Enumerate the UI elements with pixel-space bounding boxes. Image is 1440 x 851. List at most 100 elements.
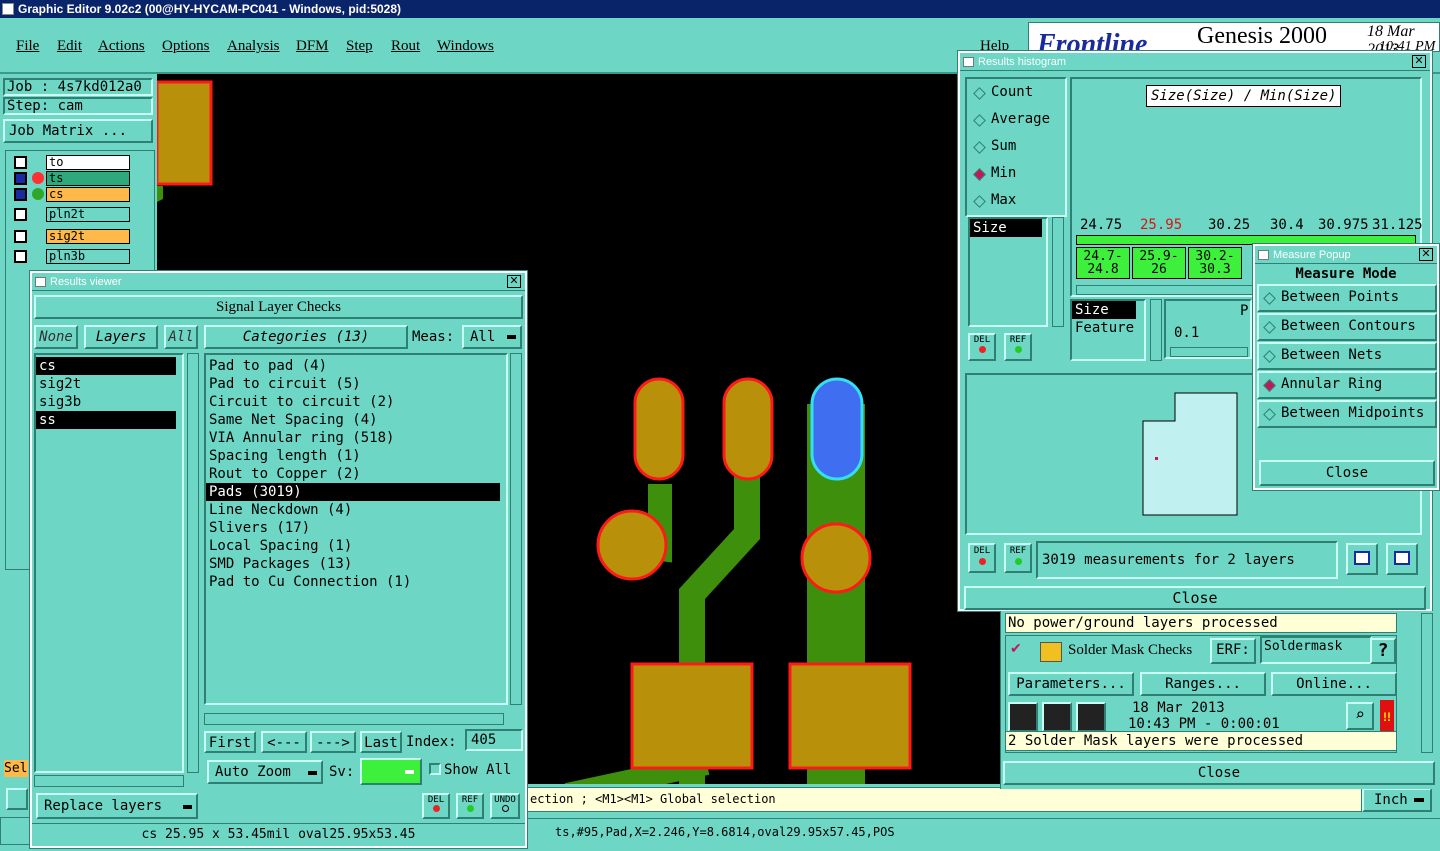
layer-name[interactable]: sig2t [46, 229, 130, 244]
category-item[interactable]: Local Spacing (1) [206, 537, 500, 555]
layer-list-hscroll[interactable] [34, 775, 184, 787]
ranges-button[interactable]: Ranges... [1140, 672, 1266, 696]
layer-checkbox[interactable] [14, 172, 27, 185]
layer-checkbox[interactable] [14, 208, 27, 221]
layer-checkbox[interactable] [14, 230, 27, 243]
layer-checkbox[interactable] [14, 250, 27, 263]
erf-value-field[interactable]: Soldermask [1260, 636, 1372, 664]
histogram-mode-max[interactable]: Max [971, 191, 1067, 213]
hist-del-button[interactable]: DEL [968, 333, 996, 361]
checks-scrollbar[interactable] [1421, 613, 1433, 753]
categories-hscroll[interactable] [204, 713, 504, 725]
hist-ref2-button[interactable]: REF [1004, 543, 1032, 573]
layer-name[interactable]: ts [46, 171, 130, 186]
measure-mode-between-contours[interactable]: Between Contours [1257, 313, 1437, 341]
measure-close-button[interactable]: Close [1259, 460, 1435, 486]
layer-row-sig2t[interactable]: sig2t [14, 229, 130, 244]
attribute-list[interactable]: Size Feature [1070, 299, 1146, 361]
histogram-bin[interactable]: 24.7- 24.8 [1076, 247, 1130, 279]
categories-button[interactable]: Categories (13) [204, 325, 408, 349]
menu-dfm[interactable]: DFM [296, 38, 329, 55]
units-dropdown[interactable]: Inch [1362, 788, 1432, 812]
close-icon[interactable]: ✕ [1412, 55, 1426, 68]
del-button[interactable]: DEL [422, 793, 450, 819]
next-button[interactable]: ---> [310, 731, 356, 753]
layer-list-item[interactable]: sig3b [36, 393, 176, 411]
menu-edit[interactable]: Edit [57, 38, 82, 55]
category-item[interactable]: Slivers (17) [206, 519, 500, 537]
zoom-tool-icon[interactable] [6, 788, 28, 810]
report-icon[interactable] [1386, 543, 1418, 575]
category-item[interactable]: Pads (3019) [206, 483, 500, 501]
histogram-mode-sum[interactable]: Sum [971, 137, 1067, 159]
measure-mode-between-nets[interactable]: Between Nets [1257, 342, 1437, 370]
alert-icon[interactable]: !! [1380, 700, 1394, 734]
scale-slider[interactable] [1170, 347, 1248, 357]
category-item[interactable]: Spacing length (1) [206, 447, 500, 465]
close-icon[interactable]: ✕ [507, 275, 521, 288]
auto-zoom-dropdown[interactable]: Auto Zoom [207, 760, 323, 784]
ref-button[interactable]: REF [456, 793, 484, 819]
help-button[interactable]: ? [1370, 638, 1396, 664]
hist-ref-button[interactable]: REF [1004, 333, 1032, 361]
attr-feature[interactable]: Feature [1072, 319, 1144, 337]
layer-row-ts[interactable]: ts [14, 171, 130, 186]
checks-close-button[interactable]: Close [1003, 761, 1435, 785]
menu-step[interactable]: Step [346, 38, 373, 55]
online-button[interactable]: Online... [1271, 672, 1397, 696]
layer-results-list[interactable]: cs sig2t sig3b ss [34, 353, 184, 773]
measure-mode-between-midpoints[interactable]: Between Midpoints [1257, 400, 1437, 428]
last-button[interactable]: Last [360, 731, 402, 753]
category-item[interactable]: Rout to Copper (2) [206, 465, 500, 483]
layer-checkbox[interactable] [14, 188, 27, 201]
categories-list[interactable]: Pad to pad (4) Pad to circuit (5) Circuit … [204, 353, 508, 705]
measure-mode-annular-ring[interactable]: Annular Ring [1257, 371, 1437, 399]
attr-list-scrollbar[interactable] [1150, 299, 1162, 361]
sv-color-dropdown[interactable] [360, 758, 422, 785]
layer-row-cs[interactable]: cs [14, 187, 130, 202]
job-matrix-button[interactable]: Job Matrix ... [3, 119, 153, 143]
size-list-scrollbar[interactable] [1052, 217, 1064, 327]
index-input[interactable]: 405 [465, 729, 523, 751]
none-button[interactable]: None [34, 325, 78, 349]
histogram-bin[interactable]: 25.9- 26 [1132, 247, 1186, 279]
measure-mode-between-points[interactable]: Between Points [1257, 284, 1437, 312]
layer-list-item[interactable]: cs [36, 357, 176, 375]
replace-layers-dropdown[interactable]: Replace layers [36, 793, 198, 819]
histogram-close-button[interactable]: Close [964, 586, 1426, 610]
layer-name[interactable]: pln3b [46, 249, 130, 264]
layer-list-scrollbar[interactable] [187, 353, 199, 773]
close-icon[interactable]: ✕ [1419, 248, 1433, 261]
layer-checkbox[interactable] [14, 156, 27, 169]
hist-del2-button[interactable]: DEL [968, 543, 996, 573]
histogram-mode-average[interactable]: Average [971, 110, 1067, 132]
menu-actions[interactable]: Actions [98, 38, 145, 55]
attr-size[interactable]: Size [1072, 301, 1136, 319]
histogram-size-list[interactable]: Size [968, 217, 1048, 327]
category-item[interactable]: Pad to circuit (5) [206, 375, 500, 393]
menu-rout[interactable]: Rout [391, 38, 420, 55]
meas-dropdown[interactable]: All [462, 325, 522, 349]
all-layers-button[interactable]: All [164, 325, 198, 349]
undo-button[interactable]: UNDO [490, 793, 520, 819]
menu-analysis[interactable]: Analysis [227, 38, 280, 55]
layer-name[interactable]: to [46, 155, 130, 170]
parameters-button[interactable]: Parameters... [1008, 672, 1134, 696]
layer-row-to[interactable]: to [14, 155, 130, 170]
category-item[interactable]: SMD Packages (13) [206, 555, 500, 573]
prev-button[interactable]: <--- [261, 731, 307, 753]
histogram-mode-count[interactable]: Count [971, 83, 1067, 105]
histogram-bin[interactable]: 30.2- 30.3 [1188, 247, 1242, 279]
menu-file[interactable]: File [16, 38, 39, 55]
categories-scrollbar[interactable] [510, 353, 522, 705]
category-item[interactable]: Pad to pad (4) [206, 357, 500, 375]
zoom-icon[interactable]: ⌕ [1346, 702, 1374, 730]
layer-name[interactable]: pln2t [46, 207, 130, 222]
category-item[interactable]: Line Neckdown (4) [206, 501, 500, 519]
export-icon[interactable] [1346, 543, 1378, 575]
layer-row-pln3b[interactable]: pln3b [14, 249, 130, 264]
histogram-mode-min[interactable]: Min [971, 164, 1067, 186]
category-item[interactable]: Same Net Spacing (4) [206, 411, 500, 429]
stop-icon[interactable] [1076, 702, 1106, 732]
layer-list-item[interactable]: ss [36, 411, 176, 429]
